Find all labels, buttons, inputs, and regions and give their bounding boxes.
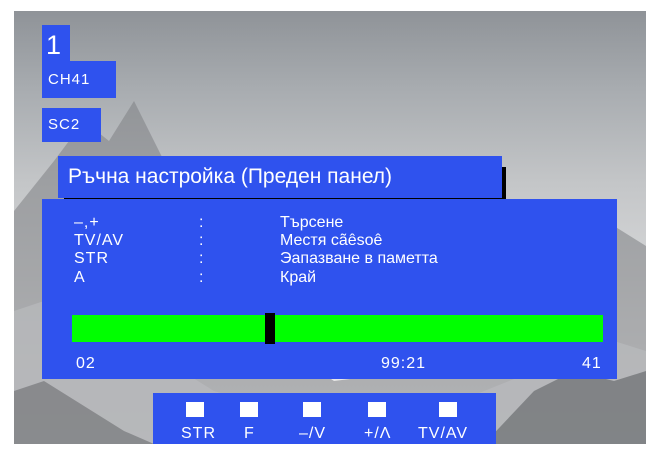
menu-panel: –,+ : Търсене TV/AV : Местя cãêsoê STR :…: [42, 199, 617, 379]
hint-key-plus[interactable]: +/Λ: [358, 393, 403, 444]
channel-number: 1: [42, 25, 70, 65]
tv-screen: 1 CH41 SC2 Ръчна настройка (Преден панел…: [14, 11, 646, 444]
hint-key-minus[interactable]: –/V: [293, 393, 343, 444]
hint-key-label: F: [244, 425, 255, 442]
menu-row-separator: :: [199, 250, 204, 267]
store-key-icon: [186, 402, 204, 417]
menu-row-key: TV/AV: [74, 232, 125, 249]
menu-row-description: Търсене: [280, 214, 344, 231]
tuning-marker[interactable]: [265, 313, 275, 344]
tuning-end-label: 41: [582, 355, 602, 372]
tuning-bar[interactable]: [72, 313, 603, 344]
tuning-frequency: 99:21: [381, 355, 427, 372]
tuning-start-label: 02: [76, 355, 96, 372]
hint-key-tvav[interactable]: TV/AV: [415, 393, 490, 444]
hint-key-label: STR: [181, 425, 216, 442]
source-indicator: SC2: [42, 108, 101, 142]
menu-row-description: Край: [280, 269, 317, 286]
menu-row-description: Местя cãêsoê: [280, 232, 383, 249]
hint-key-label: +/Λ: [364, 425, 392, 442]
tvav-key-icon: [439, 402, 457, 417]
channel-name: CH41: [42, 61, 116, 98]
menu-row-separator: :: [199, 214, 204, 231]
menu-row-key: STR: [74, 250, 109, 267]
hint-key-store[interactable]: STR: [175, 393, 215, 444]
hint-bar: STR F –/V +/Λ TV/AV: [153, 393, 496, 444]
hint-key-f[interactable]: F: [235, 393, 265, 444]
menu-title: Ръчна настройка (Преден панел): [58, 156, 502, 198]
menu-row-separator: :: [199, 269, 204, 286]
hint-key-label: –/V: [299, 425, 327, 442]
menu-row-separator: :: [199, 232, 204, 249]
menu-row-key: A: [74, 269, 86, 286]
minus-key-icon: [303, 402, 321, 417]
f-key-icon: [240, 402, 258, 417]
plus-key-icon: [368, 402, 386, 417]
hint-key-label: TV/AV: [418, 425, 469, 442]
menu-row-description: Эапазване в паметта: [280, 250, 438, 267]
menu-row-key: –,+: [74, 214, 100, 231]
